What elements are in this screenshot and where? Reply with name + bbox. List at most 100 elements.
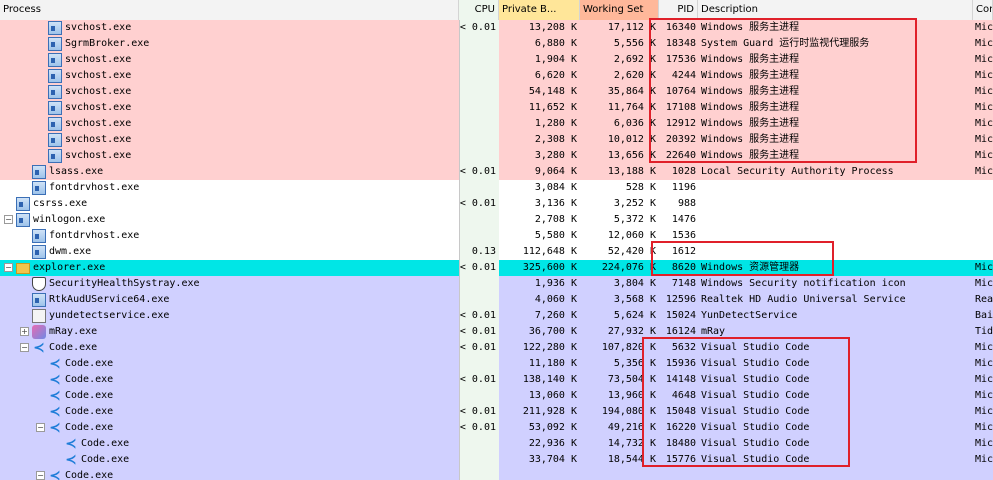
description-value: YunDetectService bbox=[701, 310, 798, 321]
process-row[interactable]: − ≺ Code.exe < 0.01 122,280 K 107,820 K 56… bbox=[0, 340, 993, 356]
shield-icon bbox=[32, 277, 46, 291]
company-value bbox=[973, 196, 993, 212]
pid-value: 1536 bbox=[671, 230, 696, 241]
process-name: Code.exe bbox=[65, 390, 114, 401]
process-row[interactable]: SgrmBroker.exe 6,880 K 5,556 K 18348 Sys… bbox=[0, 36, 993, 52]
window-app-icon bbox=[48, 53, 62, 67]
window-app-icon bbox=[48, 133, 62, 147]
pid-value: 15024 bbox=[665, 310, 696, 321]
process-row[interactable]: ≺ Code.exe 22,936 K 14,732 K 18480 Visual… bbox=[0, 436, 993, 452]
cpu-value bbox=[459, 388, 499, 404]
working-set-value: 12,060 K bbox=[607, 230, 656, 241]
process-row[interactable]: ≺ Code.exe < 0.01 138,140 K 73,504 K 1414… bbox=[0, 372, 993, 388]
process-row[interactable]: svchost.exe 2,308 K 10,012 K 20392 Windo… bbox=[0, 132, 993, 148]
column-description[interactable]: Description bbox=[698, 0, 973, 20]
working-set-value: 14,732 K bbox=[607, 438, 656, 449]
working-set-value: 5,624 K bbox=[613, 310, 656, 321]
cpu-value bbox=[459, 84, 499, 100]
column-working-set[interactable]: Working Set bbox=[580, 0, 659, 20]
process-row[interactable]: ≺ Code.exe 11,180 K 5,356 K 15936 Visual … bbox=[0, 356, 993, 372]
description-value: Windows 服务主进程 bbox=[701, 22, 800, 33]
process-row[interactable]: svchost.exe 1,904 K 2,692 K 17536 Window… bbox=[0, 52, 993, 68]
process-row[interactable]: yundetectservice.exe < 0.01 7,260 K 5,62… bbox=[0, 308, 993, 324]
working-set-value: 3,804 K bbox=[613, 278, 656, 289]
process-row[interactable]: − ≺ Code.exe bbox=[0, 468, 993, 480]
process-row[interactable]: svchost.exe 6,620 K 2,620 K 4244 Windows… bbox=[0, 68, 993, 84]
private-bytes-value: 13,208 K bbox=[528, 22, 577, 33]
company-value bbox=[973, 228, 993, 244]
collapse-toggle[interactable]: − bbox=[20, 343, 29, 352]
process-row[interactable]: fontdrvhost.exe 3,084 K 528 K 1196 bbox=[0, 180, 993, 196]
private-bytes-value: 6,880 K bbox=[534, 38, 577, 49]
process-row[interactable]: SecurityHealthSystray.exe 1,936 K 3,804 … bbox=[0, 276, 993, 292]
pid-value: 8620 bbox=[671, 262, 696, 273]
process-row[interactable]: svchost.exe 11,652 K 11,764 K 17108 Wind… bbox=[0, 100, 993, 116]
process-row[interactable]: ≺ Code.exe 13,060 K 13,960 K 4648 Visual … bbox=[0, 388, 993, 404]
process-row[interactable]: RtkAudUService64.exe 4,060 K 3,568 K 125… bbox=[0, 292, 993, 308]
company-value: Micr bbox=[975, 406, 993, 417]
collapse-toggle[interactable]: − bbox=[36, 423, 45, 432]
process-row[interactable]: lsass.exe < 0.01 9,064 K 13,188 K 1028 L… bbox=[0, 164, 993, 180]
working-set-value: 3,568 K bbox=[613, 294, 656, 305]
private-bytes-value: 1,904 K bbox=[534, 54, 577, 65]
description-value: System Guard 运行时监视代理服务 bbox=[701, 38, 870, 49]
description-value: mRay bbox=[701, 326, 726, 337]
cpu-value bbox=[459, 68, 499, 84]
process-row[interactable]: svchost.exe 1,280 K 6,036 K 12912 Window… bbox=[0, 116, 993, 132]
private-bytes-value: 33,704 K bbox=[528, 454, 577, 465]
column-private-bytes[interactable]: Private B... bbox=[499, 0, 580, 20]
process-row[interactable]: csrss.exe < 0.01 3,136 K 3,252 K 988 bbox=[0, 196, 993, 212]
process-row[interactable]: ≺ Code.exe < 0.01 211,928 K 194,080 K 150… bbox=[0, 404, 993, 420]
process-name: Code.exe bbox=[49, 342, 98, 353]
description-value: Visual Studio Code bbox=[701, 358, 810, 369]
process-name: fontdrvhost.exe bbox=[49, 182, 140, 193]
company-value: Micr bbox=[975, 422, 993, 433]
description-value: Visual Studio Code bbox=[701, 438, 810, 449]
process-row[interactable]: svchost.exe 54,148 K 35,864 K 10764 Wind… bbox=[0, 84, 993, 100]
column-pid[interactable]: PID bbox=[659, 0, 698, 20]
cpu-value bbox=[459, 436, 499, 452]
description-value bbox=[698, 196, 973, 212]
pid-value: 16340 bbox=[665, 22, 696, 33]
process-row[interactable]: dwm.exe 0.13 112,648 K 52,420 K 1612 bbox=[0, 244, 993, 260]
vscode-icon: ≺ bbox=[49, 468, 61, 480]
process-row[interactable]: fontdrvhost.exe 5,580 K 12,060 K 1536 bbox=[0, 228, 993, 244]
collapse-toggle[interactable]: − bbox=[36, 471, 45, 480]
pid-value: 22640 bbox=[665, 150, 696, 161]
column-process[interactable]: Process bbox=[0, 0, 459, 20]
process-row[interactable]: − ≺ Code.exe < 0.01 53,092 K 49,216 K 1622… bbox=[0, 420, 993, 436]
pid-value: 18348 bbox=[665, 38, 696, 49]
process-row-selected[interactable]: − explorer.exe < 0.01 325,600 K 224,076 K… bbox=[0, 260, 993, 276]
vscode-icon: ≺ bbox=[49, 388, 61, 404]
pid-value: 16220 bbox=[665, 422, 696, 433]
pid-value: 1476 bbox=[671, 214, 696, 225]
cpu-value bbox=[459, 180, 499, 196]
cpu-value bbox=[459, 52, 499, 68]
column-header-bar: Process CPU Private B... Working Set PID… bbox=[0, 0, 993, 21]
collapse-toggle[interactable]: − bbox=[4, 215, 13, 224]
private-bytes-value: 4,060 K bbox=[534, 294, 577, 305]
expand-toggle[interactable]: + bbox=[20, 327, 29, 336]
process-name: Code.exe bbox=[65, 374, 114, 385]
process-row[interactable]: − winlogon.exe 2,708 K 5,372 K 1476 bbox=[0, 212, 993, 228]
pid-value: 1612 bbox=[671, 246, 696, 257]
process-row[interactable]: svchost.exe 3,280 K 13,656 K 22640 Windo… bbox=[0, 148, 993, 164]
pid-value: 12596 bbox=[665, 294, 696, 305]
process-row[interactable]: ≺ Code.exe 33,704 K 18,544 K 15776 Visual… bbox=[0, 452, 993, 468]
column-divider bbox=[459, 20, 460, 480]
process-row[interactable]: + mRay.exe < 0.01 36,700 K 27,932 K 16124… bbox=[0, 324, 993, 340]
process-name: winlogon.exe bbox=[33, 214, 106, 225]
collapse-toggle[interactable]: − bbox=[4, 263, 13, 272]
window-app-icon bbox=[32, 165, 46, 179]
company-value: Micr bbox=[975, 118, 993, 129]
description-value: Local Security Authority Process bbox=[701, 166, 894, 177]
private-bytes-value: 22,936 K bbox=[528, 438, 577, 449]
column-cpu[interactable]: CPU bbox=[459, 0, 499, 20]
process-tree: svchost.exe < 0.01 13,208 K 17,112 K 163… bbox=[0, 20, 993, 480]
process-row[interactable]: svchost.exe < 0.01 13,208 K 17,112 K 163… bbox=[0, 20, 993, 36]
process-name: Code.exe bbox=[65, 406, 114, 417]
description-value: Windows 服务主进程 bbox=[701, 54, 800, 65]
column-company[interactable]: Com bbox=[973, 0, 993, 20]
private-bytes-value bbox=[499, 468, 580, 480]
cpu-value: < 0.01 bbox=[459, 260, 499, 276]
